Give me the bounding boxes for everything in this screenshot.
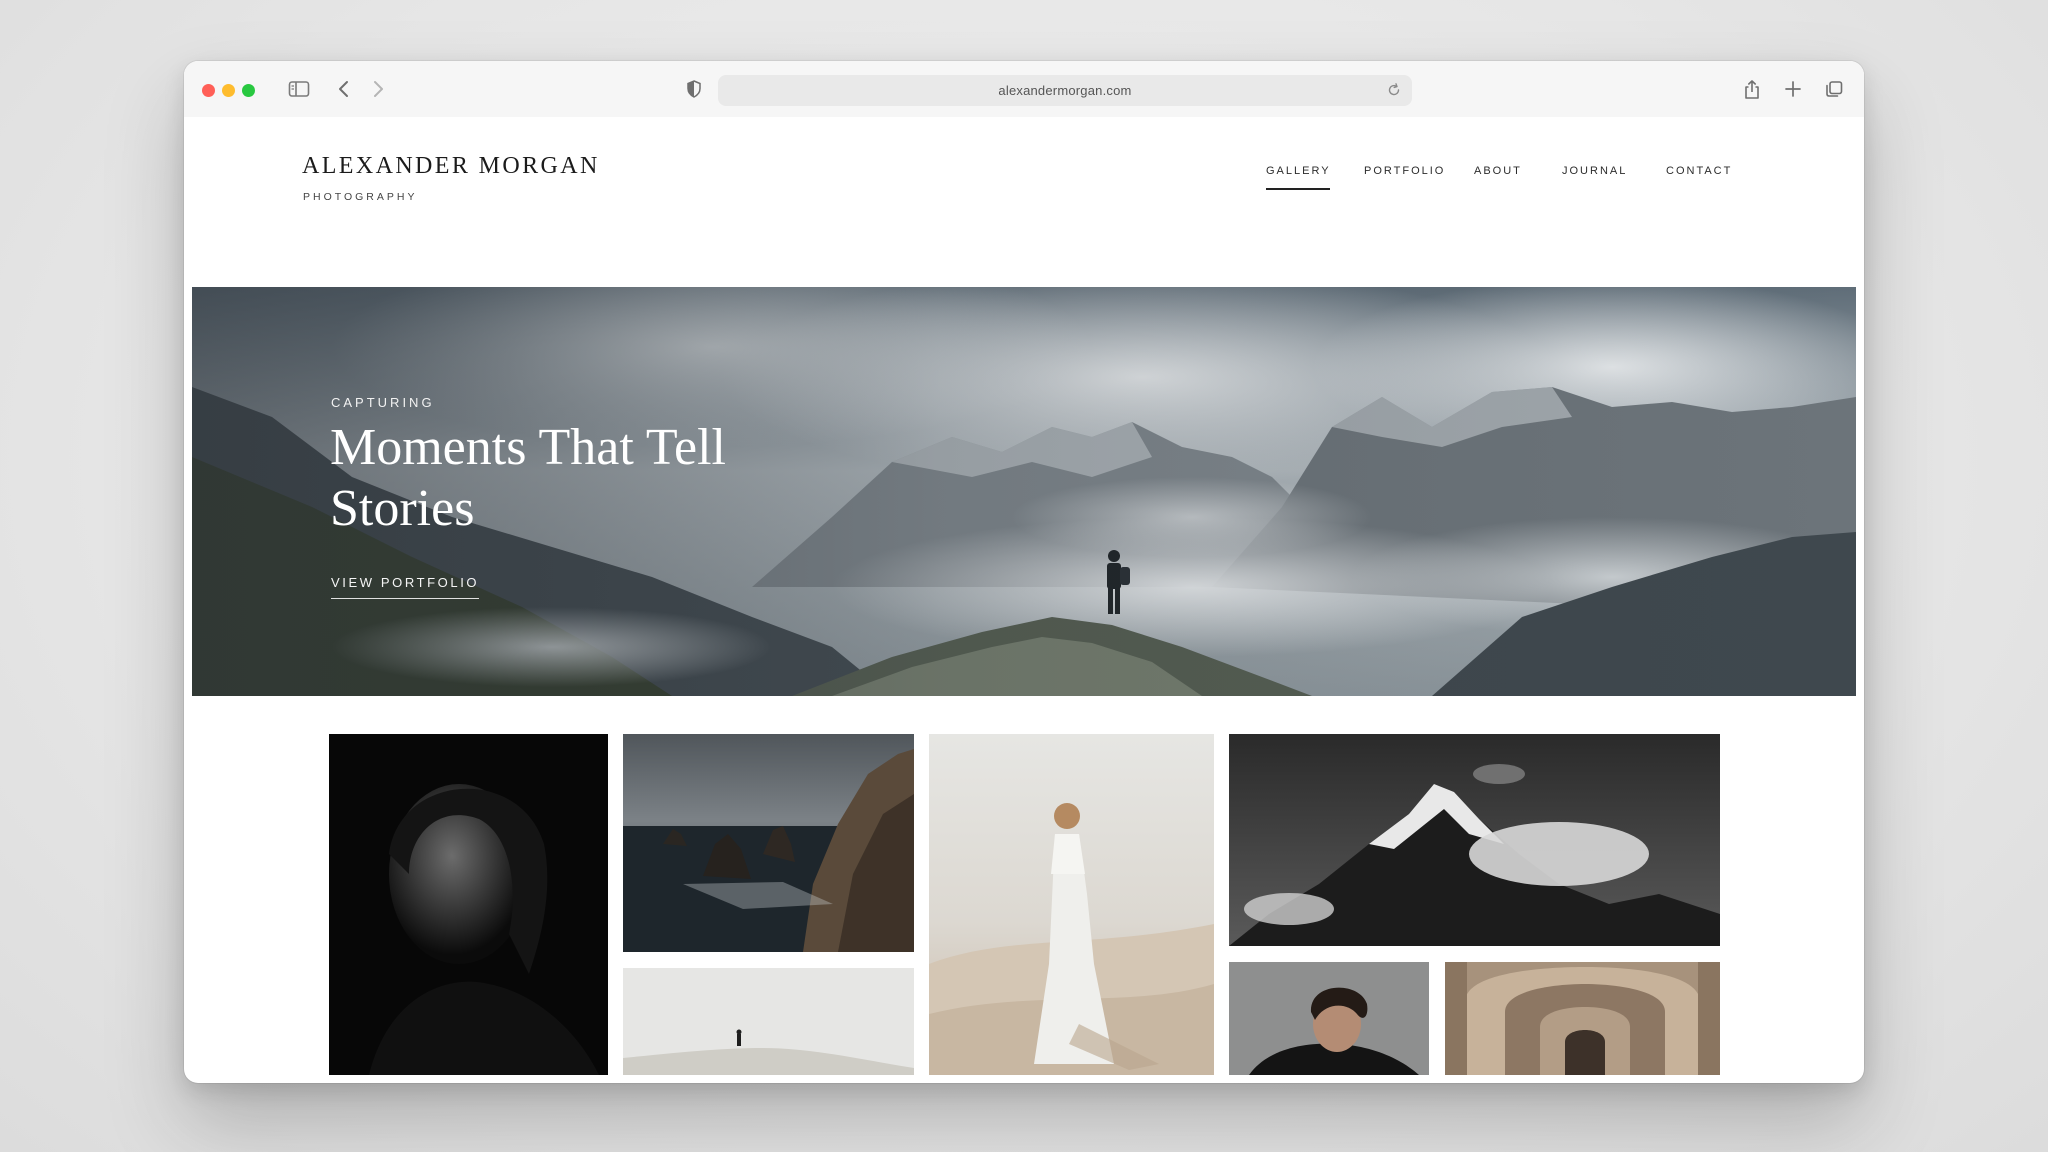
photo-snowy-peak[interactable] [1229, 734, 1720, 946]
view-portfolio-link[interactable]: VIEW PORTFOLIO [331, 575, 480, 599]
nav-label-journal: JOURNAL [1562, 165, 1628, 177]
reload-icon[interactable] [1386, 82, 1402, 98]
site-tagline: PHOTOGRAPHY [303, 191, 418, 203]
hero-banner: CAPTURING Moments That Tell Stories VIEW… [192, 287, 1856, 696]
nav-label-about: ABOUT [1474, 165, 1522, 177]
share-icon[interactable] [1742, 79, 1766, 101]
zoom-window-button[interactable] [242, 84, 255, 97]
browser-window: alexandermorgan.com ALEXANDER MORGAN PHO… [184, 61, 1864, 1083]
forward-icon[interactable] [368, 79, 392, 101]
nav-label-portfolio: PORTFOLIO [1364, 165, 1446, 177]
nav-label-contact: CONTACT [1666, 165, 1733, 177]
photo-portrait-woman[interactable] [329, 734, 608, 1075]
browser-toolbar: alexandermorgan.com [184, 61, 1864, 117]
photo-lone-figure-dunes[interactable] [623, 968, 914, 1075]
tabs-overview-icon[interactable] [1824, 79, 1848, 101]
new-tab-icon[interactable] [1783, 79, 1807, 101]
site-logo[interactable]: ALEXANDER MORGAN [302, 153, 600, 180]
privacy-shield-icon[interactable] [684, 79, 708, 101]
photo-portrait-man[interactable] [1229, 962, 1429, 1075]
hero-eyebrow: CAPTURING [331, 395, 435, 410]
web-page: ALEXANDER MORGAN PHOTOGRAPHY GALLERY POR… [192, 117, 1856, 1075]
nav-active-indicator [1266, 188, 1330, 190]
close-window-button[interactable] [202, 84, 215, 97]
url-text: alexandermorgan.com [998, 83, 1132, 98]
photo-woman-desert[interactable] [929, 734, 1214, 1075]
nav-label-gallery: GALLERY [1266, 165, 1331, 177]
hero-title: Moments That Tell Stories [330, 419, 726, 537]
minimize-window-button[interactable] [222, 84, 235, 97]
back-icon[interactable] [334, 79, 358, 101]
sidebar-icon[interactable] [288, 79, 312, 101]
photo-coastal-cliffs[interactable] [623, 734, 914, 952]
photo-arched-corridor[interactable] [1445, 962, 1720, 1075]
address-bar[interactable]: alexandermorgan.com [718, 75, 1412, 106]
